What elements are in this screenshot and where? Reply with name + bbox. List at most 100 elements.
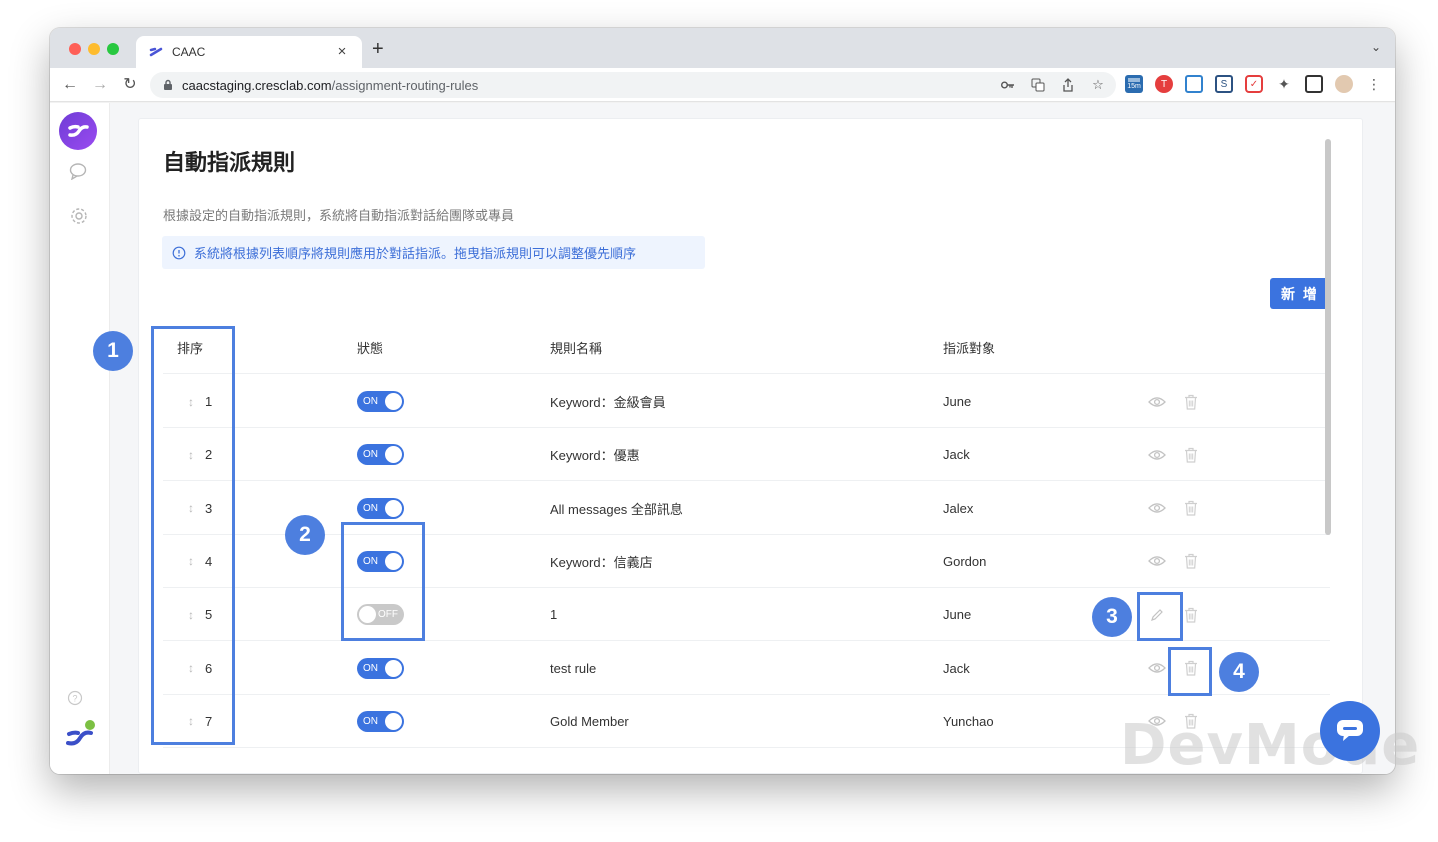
assignee: Yunchao [943,713,994,729]
close-window-button[interactable] [69,43,81,55]
toggle-label: ON [363,715,378,727]
toggle-knob [385,446,402,464]
assignee: June [943,394,972,409]
address-bar[interactable]: caacstaging.cresclab.com/assignment-rout… [150,72,1116,98]
help-icon[interactable]: ? [65,688,85,708]
browser-menu-icon[interactable]: ⋮ [1365,75,1383,93]
status-toggle[interactable]: ON [357,497,404,519]
info-icon [172,246,186,260]
rule-name: Keyword：信義店 [550,554,653,570]
toggle-knob [385,659,402,677]
browser-tab[interactable]: CAAC × [136,36,362,68]
annotation-box-order [151,326,235,745]
assignee: June [943,607,972,623]
column-header-assignee: 指派對象 [943,340,996,356]
annotation-box-edit [1137,592,1183,641]
s-extension-icon[interactable]: S [1215,75,1233,93]
annotation-box-status [341,522,425,641]
page-title: 自動指派規則 [163,150,296,175]
page-description: 根據設定的自動指派規則，系統將自動指派對話給團隊或專員 [163,208,515,223]
assignee: Jalex [943,500,974,516]
chat-widget-icon [1337,720,1363,741]
toggle-label: ON [363,396,378,407]
side-panel-icon[interactable] [1305,75,1323,93]
info-banner: 系統將根據列表順序將規則應用於對話指派。拖曳指派規則可以調整優先順序 [162,236,705,269]
annotation-badge-4: 4 [1219,652,1259,692]
table-row[interactable]: ↕ 3 ON All messages 全部訊息 Jalex [163,482,1330,535]
table-row[interactable]: ↕ 4 ON Keyword：信義店 Gordon [163,535,1330,588]
view-eye-icon[interactable] [1148,552,1166,570]
status-cell: ON [357,642,404,695]
delete-trash-icon[interactable] [1182,446,1200,464]
assignee: Jack [943,660,970,676]
chat-icon[interactable] [69,161,89,181]
column-header-rule-name: 規則名稱 [550,340,603,356]
tab-close-icon[interactable]: × [334,44,350,60]
toggle-label: ON [363,449,378,461]
toggle-knob [385,393,402,410]
status-cell: ON [357,428,404,481]
timer-extension-icon[interactable]: 15m [1125,75,1143,93]
profile-avatar[interactable] [1335,75,1353,93]
delete-trash-icon[interactable] [1182,499,1200,517]
lock-icon [162,79,174,91]
reload-icon[interactable]: ↻ [120,75,140,95]
toggle-label: ON [363,502,378,514]
view-eye-icon[interactable] [1148,499,1166,517]
delete-trash-icon[interactable] [1182,552,1200,570]
status-toggle[interactable]: ON [357,657,404,679]
row-actions [1148,535,1218,588]
rule-name: All messages 全部訊息 [550,501,683,517]
delete-trash-icon[interactable] [1182,393,1200,411]
url-host: caacstaging.cresclab.com [182,77,332,93]
scrollbar[interactable] [1325,139,1331,535]
annotation-badge-1: 1 [93,331,133,371]
toggle-knob [385,499,402,517]
status-cell: ON [357,375,404,428]
app-logo-icon[interactable] [59,112,97,150]
row-actions [1148,482,1218,535]
rule-name: test rule [550,660,597,676]
tag-extension-icon[interactable] [1185,75,1203,93]
tab-search-chevron-icon[interactable]: ⌄ [1371,40,1381,54]
gear-icon[interactable] [69,206,89,226]
view-eye-icon[interactable] [1148,393,1166,411]
view-eye-icon[interactable] [1148,446,1166,464]
timer-extension-badge: 15m [1127,82,1141,90]
info-text: 系統將根據列表順序將規則應用於對話指派。拖曳指派規則可以調整優先順序 [194,246,637,261]
pocket-extension-icon[interactable]: ✓ [1245,75,1263,93]
status-toggle[interactable]: ON [357,444,404,466]
annotation-badge-2: 2 [285,515,325,555]
minimize-window-button[interactable] [88,43,100,55]
extension-icons: 15m T S ✓ ✦ ⋮ [1125,75,1383,93]
chat-widget-button[interactable] [1320,701,1380,761]
star-icon[interactable]: ☆ [1090,77,1106,93]
back-icon[interactable]: ← [60,75,80,95]
status-toggle[interactable]: ON [357,710,404,732]
toggle-knob [385,712,402,730]
view-eye-icon[interactable] [1148,659,1166,677]
tampermonkey-extension-icon[interactable]: T [1155,75,1173,93]
sidebar: ? [50,103,110,774]
translate-icon[interactable] [1030,77,1046,93]
rule-name: 1 [550,607,558,623]
brand-mark-icon [64,719,98,751]
browser-toolbar: ← → ↻ caacstaging.cresclab.com/assignmen… [50,68,1395,102]
row-actions [1148,375,1218,428]
table-row[interactable]: ↕ 2 ON Keyword：優惠 Jack [163,428,1330,482]
delete-trash-icon[interactable] [1182,606,1200,624]
add-rule-button[interactable]: 新 增 [1270,278,1330,309]
toggle-label: ON [363,662,378,674]
rule-name: Keyword：優惠 [550,448,640,464]
assignee: Gordon [943,553,987,569]
rule-name: Gold Member [550,713,629,729]
new-tab-button[interactable]: + [372,39,384,59]
share-icon[interactable] [1060,77,1076,93]
key-icon[interactable] [1000,77,1016,93]
status-toggle[interactable]: ON [357,391,404,412]
forward-icon[interactable]: → [90,75,110,95]
table-row[interactable]: ↕ 1 ON Keyword：金級會員 June [163,375,1330,428]
maximize-window-button[interactable] [107,43,119,55]
table-row[interactable]: ↕ 6 ON test rule Jack [163,642,1330,695]
puzzle-icon[interactable]: ✦ [1275,75,1293,93]
